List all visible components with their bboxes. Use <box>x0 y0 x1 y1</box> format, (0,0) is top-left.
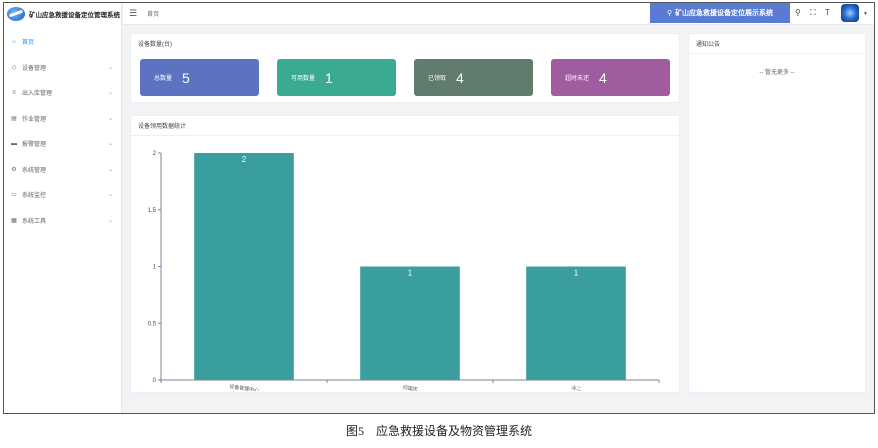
notice-panel: 通知公告 -- 暂无更多 -- <box>688 33 866 393</box>
breadcrumb[interactable]: 首页 <box>147 9 159 18</box>
brand: 矿山应急救援设备定位管理系统 <box>4 3 121 25</box>
sidebar-item-label: 系统工具 <box>22 218 47 225</box>
total-count-card[interactable]: 总数量 5 <box>140 59 259 96</box>
chevron-down-icon: ⌄ <box>107 192 113 199</box>
top-header: ☰ 首页 ⚲ 矿山应急救援设备定位展示系统 ⚲ ⛶ T ▼ <box>123 3 874 25</box>
font-size-icon[interactable]: T <box>825 8 830 17</box>
sidebar-item-label: 系统管理 <box>22 167 47 174</box>
display-system-button[interactable]: ⚲ 矿山应急救援设备定位展示系统 <box>650 3 790 23</box>
y-tick-label: 1.5 <box>148 208 157 214</box>
chevron-down-icon[interactable]: ▼ <box>863 11 868 17</box>
card-label: 总数量 <box>154 76 173 82</box>
task-icon: ▤ <box>11 115 17 122</box>
gear-icon: ⚙ <box>11 166 17 173</box>
y-tick-label: 0.5 <box>148 321 157 327</box>
claimed-count-card[interactable]: 已领取 4 <box>414 59 533 96</box>
y-tick-label: 0 <box>153 378 157 384</box>
app-window: 矿山应急救援设备定位管理系统 ⌂ 首页 ◇ 设备管理 ⌄ ≡ 出入库管理 ⌄ ▤… <box>3 2 875 414</box>
search-icon[interactable]: ⚲ <box>795 8 801 17</box>
overdue-count-card[interactable]: 超时未还 4 <box>551 59 670 96</box>
sidebar-item-home[interactable]: ⌂ 首页 <box>4 29 121 55</box>
y-tick-label: 1 <box>153 265 157 271</box>
chevron-down-icon: ⌄ <box>107 217 113 224</box>
sidebar-item-tools[interactable]: ▦ 系统工具 ⌄ <box>4 208 121 234</box>
bar-data-label: 2 <box>242 155 247 164</box>
bar-chart: 0 0.5 1 1.5 2 2 设备管理中心 1 闫国庆 1 冰二 <box>148 151 660 391</box>
card-label: 已领取 <box>428 76 447 82</box>
tool-icon: ▦ <box>11 217 17 224</box>
sidebar-item-system[interactable]: ⚙ 系统管理 ⌄ <box>4 157 121 183</box>
device-count-title: 设备数量(台) <box>138 42 172 48</box>
figure-caption: 图5 应急救援设备及物资管理系统 <box>345 424 532 438</box>
bar <box>526 266 626 380</box>
sidebar-item-storage[interactable]: ≡ 出入库管理 ⌄ <box>4 80 121 106</box>
chevron-down-icon: ⌄ <box>107 141 113 148</box>
bar-data-label: 1 <box>408 269 413 278</box>
home-icon: ⌂ <box>12 38 16 45</box>
chevron-down-icon: ⌄ <box>107 166 113 173</box>
storage-icon: ≡ <box>12 89 16 96</box>
card-value: 4 <box>456 69 464 86</box>
sidebar-menu: ⌂ 首页 ◇ 设备管理 ⌄ ≡ 出入库管理 ⌄ ▤ 作业管理 ⌄ ▬ 报警管理 <box>4 29 121 233</box>
notice-title: 通知公告 <box>689 34 865 54</box>
card-value: 4 <box>599 69 607 86</box>
card-label: 超时未还 <box>565 76 590 82</box>
sidebar-item-alarm[interactable]: ▬ 报警管理 ⌄ <box>4 131 121 157</box>
sidebar-item-monitor[interactable]: ▭ 系统监控 ⌄ <box>4 182 121 208</box>
sidebar-item-label: 报警管理 <box>22 142 47 149</box>
y-tick-label: 2 <box>153 151 157 157</box>
notice-empty-text: -- 暂无更多 -- <box>759 70 795 76</box>
logo <box>7 7 25 21</box>
card-value: 1 <box>325 69 333 86</box>
sidebar-item-label: 首页 <box>22 40 35 47</box>
bar <box>360 266 460 380</box>
sidebar-item-device[interactable]: ◇ 设备管理 ⌄ <box>4 55 121 81</box>
card-label: 可用数量 <box>291 76 316 82</box>
x-category-label: 闫国庆 <box>402 384 418 391</box>
device-count-panel: 设备数量(台) 总数量 5 可用数量 1 已领取 4 超时未还 4 <box>130 33 680 103</box>
app-title: 矿山应急救援设备定位管理系统 <box>29 12 120 19</box>
sidebar-item-label: 系统监控 <box>22 193 47 200</box>
map-pin-icon: ⚲ <box>666 10 673 17</box>
alarm-icon: ▬ <box>11 140 17 147</box>
display-system-label: 矿山应急救援设备定位展示系统 <box>675 10 774 17</box>
bar <box>194 153 294 380</box>
available-count-card[interactable]: 可用数量 1 <box>277 59 396 96</box>
sidebar-item-label: 设备管理 <box>22 65 47 72</box>
chart-panel: 设备领用数据统计 0 0.5 1 1.5 2 2 设备管理中心 1 闫国庆 1 冰二 <box>130 115 680 393</box>
x-category-label: 设备管理中心 <box>229 383 260 391</box>
fullscreen-icon[interactable]: ⛶ <box>810 8 816 18</box>
chevron-down-icon: ⌄ <box>107 115 113 122</box>
x-category-label: 冰二 <box>571 384 582 391</box>
chevron-down-icon: ⌄ <box>107 64 113 71</box>
sidebar: 矿山应急救援设备定位管理系统 ⌂ 首页 ◇ 设备管理 ⌄ ≡ 出入库管理 ⌄ ▤… <box>4 3 122 413</box>
bar-data-label: 1 <box>574 269 579 278</box>
avatar[interactable] <box>841 4 859 22</box>
chart-title: 设备领用数据统计 <box>131 116 679 136</box>
monitor-icon: ▭ <box>11 192 17 199</box>
card-value: 5 <box>182 69 190 86</box>
sidebar-item-label: 出入库管理 <box>22 91 53 98</box>
menu-toggle-icon[interactable]: ☰ <box>129 8 137 19</box>
sidebar-item-label: 作业管理 <box>22 116 47 123</box>
device-icon: ◇ <box>11 64 17 71</box>
sidebar-item-task[interactable]: ▤ 作业管理 ⌄ <box>4 106 121 132</box>
chevron-down-icon: ⌄ <box>107 90 113 97</box>
